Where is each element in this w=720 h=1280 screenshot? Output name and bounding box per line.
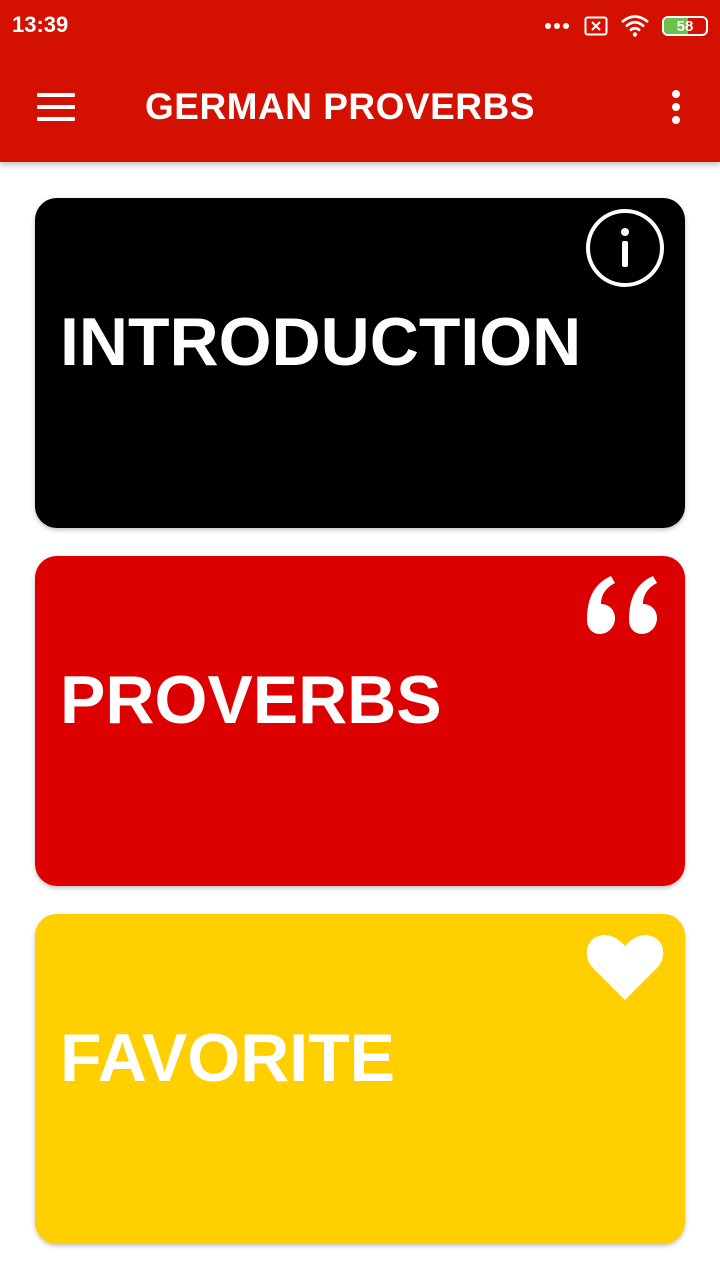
status-bar: 13:39 58 xyxy=(0,0,720,52)
quote-icon xyxy=(587,576,657,634)
battery-level: 58 xyxy=(676,17,694,35)
top-bar: 13:39 58 GERMAN PROVERBS xyxy=(0,0,720,162)
info-icon xyxy=(586,209,664,287)
status-time: 13:39 xyxy=(12,12,69,37)
app-title: GERMAN PROVERBS xyxy=(145,86,535,127)
overflow-menu-icon[interactable] xyxy=(652,77,700,137)
sim-error-icon xyxy=(584,16,608,36)
battery-icon: 58 xyxy=(662,16,708,36)
introduction-card[interactable]: INTRODUCTION xyxy=(35,198,685,528)
favorite-label: FAVORITE xyxy=(60,1020,395,1096)
heart-icon xyxy=(586,935,664,1000)
hamburger-menu-icon[interactable] xyxy=(26,77,86,137)
favorite-card[interactable]: FAVORITE xyxy=(35,914,685,1244)
proverbs-label: PROVERBS xyxy=(60,662,442,738)
introduction-label: INTRODUCTION xyxy=(60,304,582,380)
more-dots-icon xyxy=(545,23,572,29)
app-bar: GERMAN PROVERBS xyxy=(0,52,720,162)
proverbs-card[interactable]: PROVERBS xyxy=(35,556,685,886)
wifi-icon xyxy=(621,15,649,37)
status-icons: 58 xyxy=(533,12,708,40)
